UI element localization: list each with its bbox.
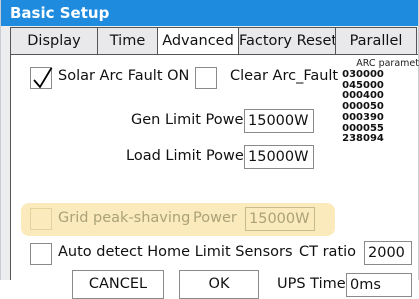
- tab-advanced[interactable]: Advanced: [158, 27, 239, 55]
- load-limit-power-input[interactable]: 15000W: [244, 145, 314, 169]
- cancel-button[interactable]: CANCEL: [72, 270, 164, 299]
- tab-time[interactable]: Time: [98, 27, 158, 55]
- arc-parameters-title: ARC parameters: [356, 58, 419, 69]
- peak-shaving-power-input[interactable]: 15000W: [245, 207, 315, 231]
- ups-time-label: UPS Time: [277, 276, 346, 292]
- tab-display[interactable]: Display: [10, 27, 98, 55]
- ok-button[interactable]: OK: [179, 270, 259, 299]
- tab-factory-reset[interactable]: Factory Reset: [239, 27, 336, 55]
- tab-bar: Display Time Advanced Factory Reset Para…: [10, 27, 417, 55]
- checkmark-icon: [33, 68, 53, 89]
- solar-arc-fault-label: Solar Arc Fault ON: [58, 68, 190, 84]
- ct-ratio-input[interactable]: 2000: [364, 241, 412, 265]
- gen-limit-power-label: Gen Limit Power: [131, 112, 250, 128]
- gen-limit-power-input[interactable]: 15000W: [244, 109, 314, 133]
- tab-parallel[interactable]: Parallel: [336, 27, 417, 55]
- window-title: Basic Setup: [1, 0, 418, 26]
- grid-peak-shaving-checkbox[interactable]: [30, 208, 52, 230]
- auto-detect-label: Auto detect Home Limit Sensors: [58, 244, 293, 260]
- solar-arc-fault-checkbox[interactable]: [30, 67, 53, 89]
- ct-ratio-label: CT ratio: [299, 244, 357, 260]
- clear-arc-fault-checkbox[interactable]: [195, 67, 217, 89]
- clear-arc-fault-label: Clear Arc_Fault: [230, 68, 339, 84]
- peak-shaving-power-label: Power: [193, 210, 237, 226]
- grid-peak-shaving-label: Grid peak-shaving: [58, 210, 191, 226]
- arc-value: 238094: [342, 133, 384, 145]
- basic-setup-window: Basic Setup Display Time Advanced Factor…: [0, 0, 419, 299]
- load-limit-power-label: Load Limit Power: [126, 148, 250, 164]
- arc-value: 000390: [342, 111, 384, 123]
- arc-parameters-values: 030000 045000 000400 000050 000390 00005…: [335, 69, 391, 145]
- auto-detect-checkbox[interactable]: [30, 243, 52, 265]
- ups-time-input[interactable]: 0ms: [346, 273, 412, 297]
